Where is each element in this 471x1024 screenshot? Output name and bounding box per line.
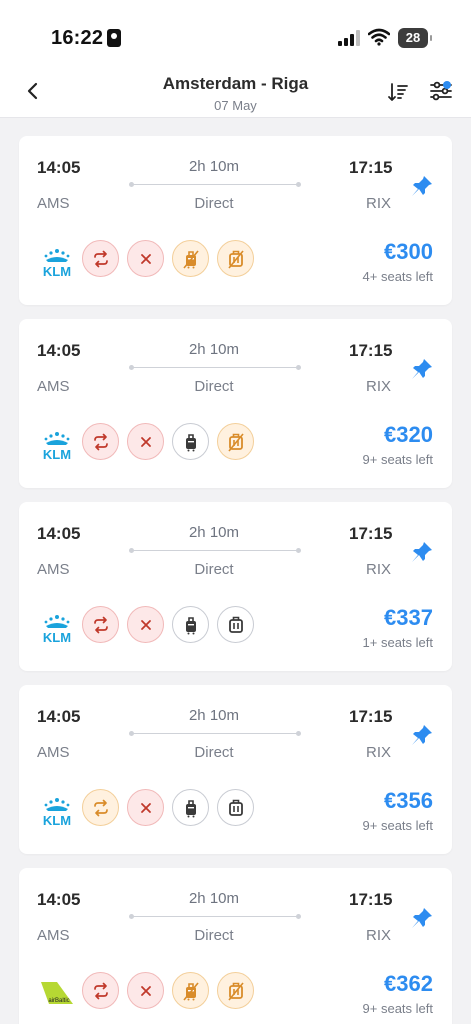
price: €356 xyxy=(384,788,433,813)
svg-text:KLM: KLM xyxy=(43,264,71,278)
stops-label: Direct xyxy=(194,744,234,761)
pin-icon[interactable] xyxy=(410,174,434,198)
route-line xyxy=(129,731,301,736)
price: €300 xyxy=(384,239,433,264)
klm-logo: KLM xyxy=(37,797,77,828)
no-refund-icon[interactable] xyxy=(127,789,164,826)
cabin-bag-icon[interactable] xyxy=(172,606,209,643)
pin-icon[interactable] xyxy=(410,906,434,930)
flight-card[interactable]: 14:05 2h 10m 17:15 AMS Direct RIX KLM €3… xyxy=(19,319,452,488)
stops-label: Direct xyxy=(194,195,234,212)
pin-icon[interactable] xyxy=(410,723,434,747)
departure-time: 14:05 xyxy=(37,890,81,909)
arrival-airport: RIX xyxy=(366,378,392,395)
arrival-time: 17:15 xyxy=(349,524,393,543)
battery-indicator: 28 xyxy=(398,28,432,48)
pin-icon[interactable] xyxy=(410,540,434,564)
checked-bag-icon[interactable] xyxy=(217,972,254,1009)
cabin-bag-icon[interactable] xyxy=(172,240,209,277)
svg-text:KLM: KLM xyxy=(43,447,71,461)
sort-button[interactable] xyxy=(386,80,410,104)
amenity-icons xyxy=(82,423,254,461)
klm-logo: KLM xyxy=(37,248,77,279)
departure-airport: AMS xyxy=(37,195,70,212)
seats-left: 9+ seats left xyxy=(362,818,433,833)
route-line xyxy=(129,182,301,187)
cabin-bag-icon[interactable] xyxy=(172,972,209,1009)
checked-bag-icon[interactable] xyxy=(217,240,254,277)
departure-airport: AMS xyxy=(37,378,70,395)
header: Amsterdam - Riga 07 May xyxy=(0,66,471,118)
price: €320 xyxy=(384,422,433,447)
filter-active-dot xyxy=(443,81,451,89)
seats-left: 4+ seats left xyxy=(362,269,433,284)
flight-change-icon[interactable] xyxy=(82,972,119,1009)
flight-card[interactable]: 14:05 2h 10m 17:15 AMS Direct RIX KLM €3… xyxy=(19,685,452,854)
route-line xyxy=(129,548,301,553)
route-line xyxy=(129,365,301,370)
no-refund-icon[interactable] xyxy=(127,972,164,1009)
status-bar: 16:22 28 xyxy=(0,0,471,66)
flight-duration: 2h 10m xyxy=(188,707,240,724)
stops-label: Direct xyxy=(194,927,234,944)
departure-airport: AMS xyxy=(37,561,70,578)
departure-time: 14:05 xyxy=(37,707,81,726)
arrival-airport: RIX xyxy=(366,927,392,944)
checked-bag-icon[interactable] xyxy=(217,423,254,460)
airbaltic-logo: airBaltic xyxy=(37,980,77,1010)
amenity-icons xyxy=(82,606,254,644)
stops-label: Direct xyxy=(194,378,234,395)
seats-left: 9+ seats left xyxy=(362,1001,433,1016)
price: €337 xyxy=(384,605,433,630)
flight-card[interactable]: 14:05 2h 10m 17:15 AMS Direct RIX airBal… xyxy=(19,868,452,1024)
departure-airport: AMS xyxy=(37,744,70,761)
cellular-signal-icon xyxy=(338,30,360,46)
stops-label: Direct xyxy=(194,561,234,578)
amenity-icons xyxy=(82,789,254,827)
route-line xyxy=(129,914,301,919)
arrival-airport: RIX xyxy=(366,744,392,761)
seats-left: 1+ seats left xyxy=(362,635,433,650)
flight-duration: 2h 10m xyxy=(188,158,240,175)
price: €362 xyxy=(384,971,433,996)
arrival-airport: RIX xyxy=(366,561,392,578)
contact-card-icon xyxy=(107,29,121,47)
departure-airport: AMS xyxy=(37,927,70,944)
arrival-airport: RIX xyxy=(366,195,392,212)
amenity-icons xyxy=(82,972,254,1010)
wifi-icon xyxy=(368,28,390,46)
no-refund-icon[interactable] xyxy=(127,240,164,277)
flight-duration: 2h 10m xyxy=(188,524,240,541)
svg-text:KLM: KLM xyxy=(43,630,71,644)
departure-time: 14:05 xyxy=(37,158,81,177)
flight-card[interactable]: 14:05 2h 10m 17:15 AMS Direct RIX KLM €3… xyxy=(19,136,452,305)
flight-change-icon[interactable] xyxy=(82,789,119,826)
flight-card[interactable]: 14:05 2h 10m 17:15 AMS Direct RIX KLM €3… xyxy=(19,502,452,671)
svg-text:airBaltic: airBaltic xyxy=(48,998,69,1004)
checked-bag-icon[interactable] xyxy=(217,606,254,643)
flight-change-icon[interactable] xyxy=(82,240,119,277)
arrival-time: 17:15 xyxy=(349,890,393,909)
cabin-bag-icon[interactable] xyxy=(172,423,209,460)
cabin-bag-icon[interactable] xyxy=(172,789,209,826)
departure-time: 14:05 xyxy=(37,524,81,543)
svg-text:KLM: KLM xyxy=(43,813,71,827)
status-time: 16:22 xyxy=(51,27,104,49)
arrival-time: 17:15 xyxy=(349,707,393,726)
seats-left: 9+ seats left xyxy=(362,452,433,467)
arrival-time: 17:15 xyxy=(349,341,393,360)
amenity-icons xyxy=(82,240,254,278)
flight-change-icon[interactable] xyxy=(82,606,119,643)
klm-logo: KLM xyxy=(37,614,77,645)
no-refund-icon[interactable] xyxy=(127,423,164,460)
flight-change-icon[interactable] xyxy=(82,423,119,460)
pin-icon[interactable] xyxy=(410,357,434,381)
flight-duration: 2h 10m xyxy=(188,890,240,907)
checked-bag-icon[interactable] xyxy=(217,789,254,826)
arrival-time: 17:15 xyxy=(349,158,393,177)
departure-time: 14:05 xyxy=(37,341,81,360)
flight-duration: 2h 10m xyxy=(188,341,240,358)
klm-logo: KLM xyxy=(37,431,77,462)
no-refund-icon[interactable] xyxy=(127,606,164,643)
